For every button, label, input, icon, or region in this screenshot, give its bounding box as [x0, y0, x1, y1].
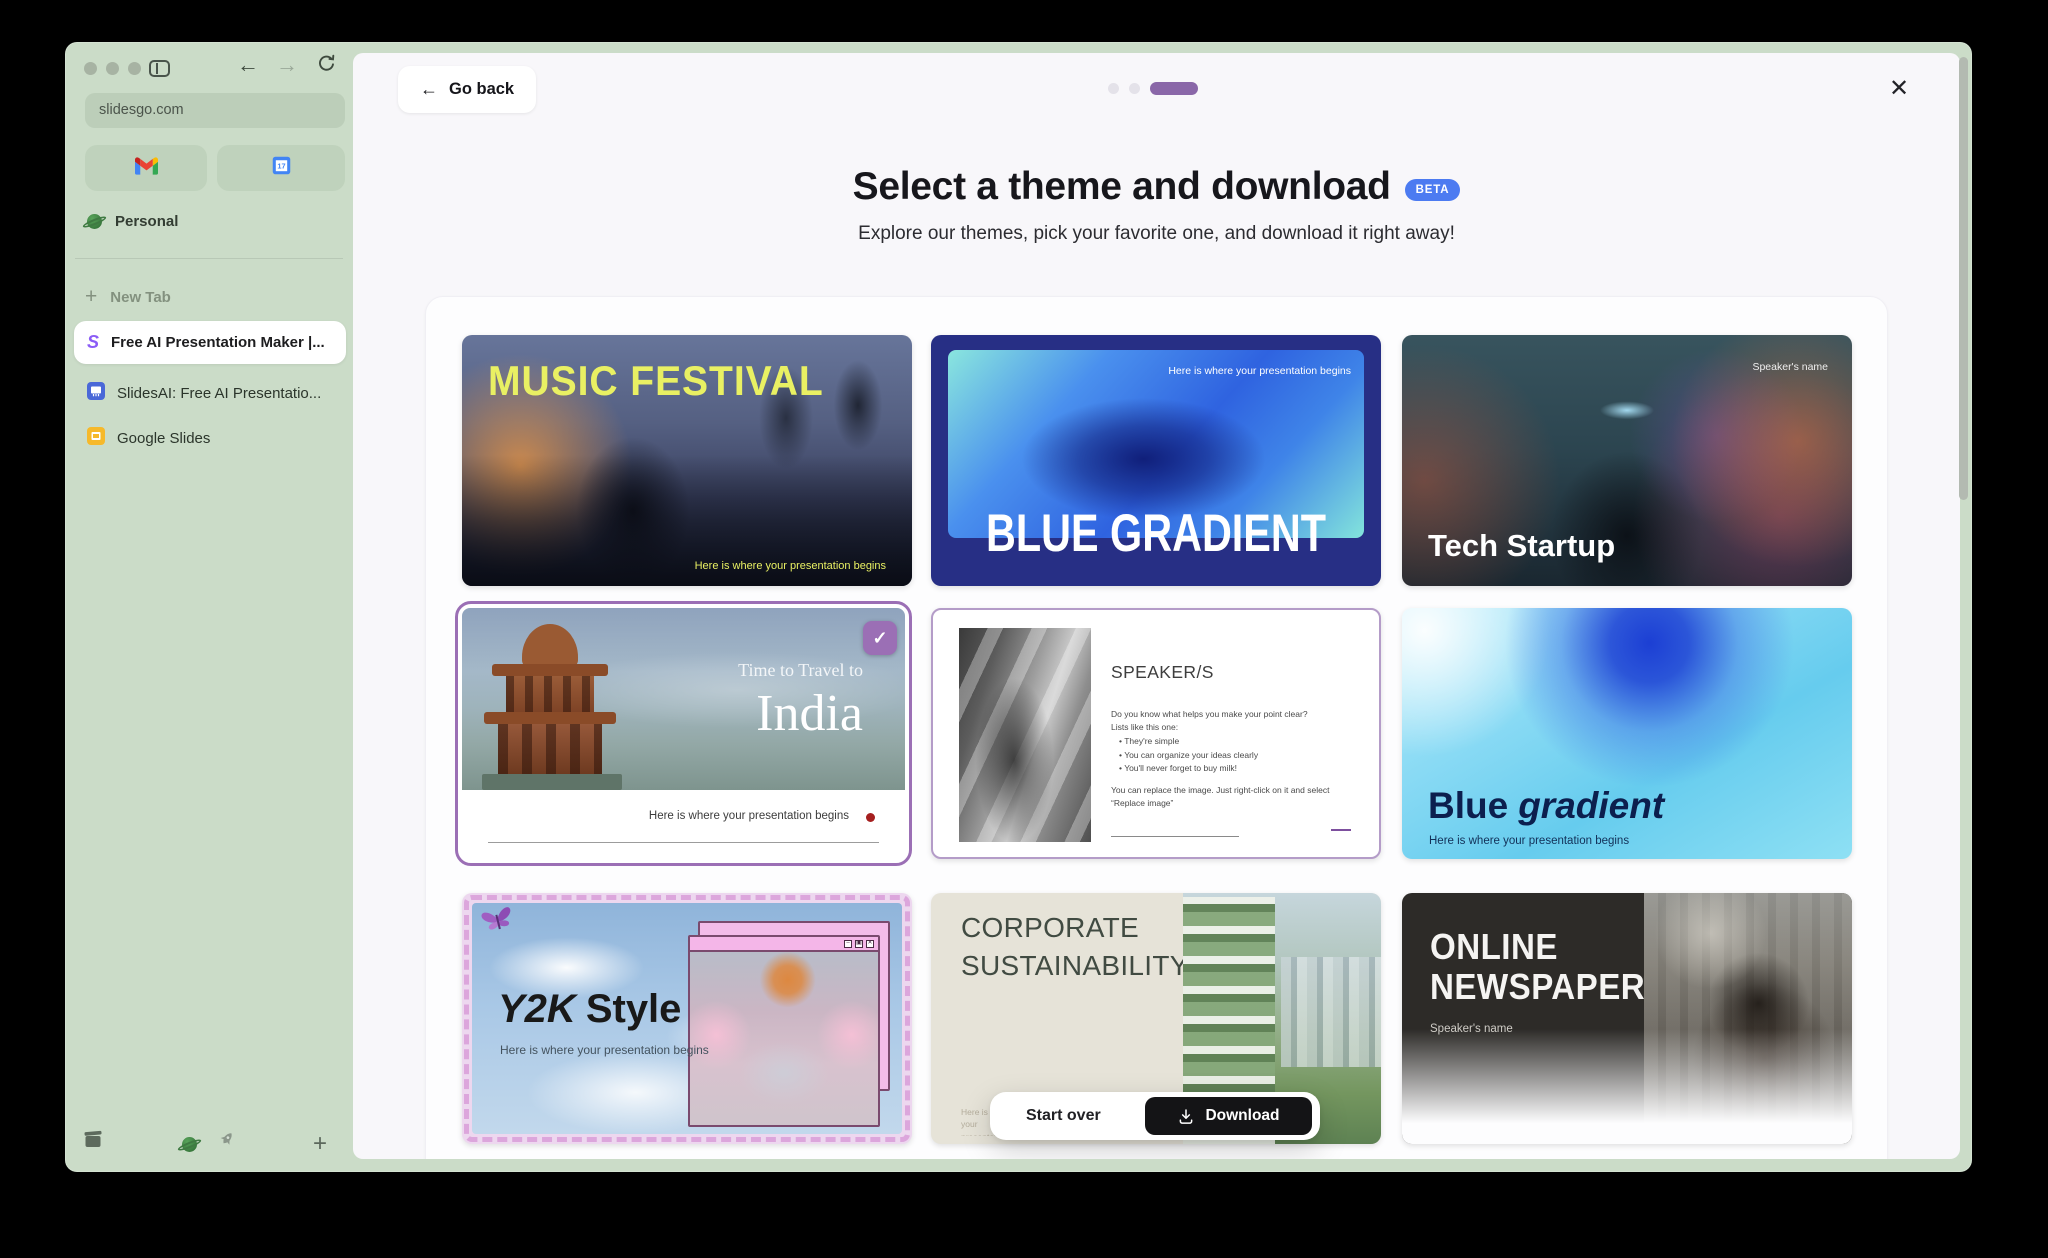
new-tab-button[interactable]: + New Tab [85, 287, 171, 307]
traffic-light-minimize[interactable] [106, 62, 119, 75]
reload-icon[interactable] [311, 53, 341, 79]
shortcut-calendar[interactable]: 17 [217, 145, 345, 191]
footer-rule [488, 842, 879, 843]
calendar-icon: 17 [271, 155, 292, 181]
theme-title: ONLINE NEWSPAPER [1430, 927, 1669, 1008]
underline-rule [1111, 836, 1239, 837]
start-over-button[interactable]: Start over [1026, 1107, 1101, 1125]
tab-google-slides[interactable]: Google Slides [74, 417, 346, 460]
retro-window: –▣✕ [688, 935, 880, 1127]
retro-window-titlebar: –▣✕ [690, 937, 878, 952]
theme-title: Tech Startup [1428, 528, 1615, 564]
theme-card-speakers[interactable]: SPEAKER/S Do you know what helps you mak… [931, 608, 1381, 859]
library-icon[interactable] [83, 1130, 103, 1154]
theme-card-tech-startup[interactable]: Speaker's name Tech Startup [1402, 335, 1852, 586]
sidebar-divider [75, 258, 343, 259]
url-text: slidesgo.com [99, 102, 184, 118]
fairy-photo [690, 952, 878, 1125]
space-selector[interactable]: Personal [85, 212, 178, 231]
india-photo: Time to Travel to India [462, 608, 905, 790]
slidesai-icon [87, 382, 105, 405]
gmail-icon [135, 157, 158, 180]
step-dot-1 [1108, 83, 1119, 94]
page-title: Select a theme and downloadBETA [353, 165, 1960, 209]
space-planet-icon[interactable] [180, 1135, 199, 1154]
google-slides-icon [87, 427, 105, 450]
theme-title: India [756, 684, 863, 743]
space-label: Personal [115, 213, 178, 230]
theme-card-y2k-style[interactable]: –▣✕ Y2KStyle Here is where your presenta… [462, 893, 912, 1144]
theme-tagline: Here is where your presentation begins [1168, 365, 1351, 377]
theme-tagline: Here is where your presentation begins [500, 1043, 709, 1057]
theme-tagline: Here is where your presentation begins [1429, 835, 1629, 847]
theme-pre-title: Time to Travel to [738, 660, 863, 681]
speaker-photo [959, 628, 1091, 842]
back-icon[interactable]: ← [233, 52, 263, 78]
sidebar-toggle-icon[interactable] [149, 60, 170, 77]
close-icon[interactable]: ✕ [1881, 71, 1917, 107]
back-arrow-icon: ← [420, 79, 438, 100]
scrollbar[interactable] [1959, 57, 1968, 500]
slide-preview: Time to Travel to India Here is where yo… [462, 608, 905, 859]
svg-text:17: 17 [277, 162, 285, 171]
theme-title: BLUE GRADIENT [958, 502, 1354, 564]
theme-card-online-newspaper[interactable]: ONLINE NEWSPAPER Speaker's name [1402, 893, 1852, 1144]
theme-title: SPEAKER/S [1111, 662, 1214, 683]
sidebar: ← → slidesgo.com [65, 42, 353, 1172]
theme-card-blue-gradient-light[interactable]: Bluegradient Here is where your presenta… [1402, 608, 1852, 859]
go-back-button[interactable]: ← Go back [398, 66, 536, 113]
url-bar[interactable]: slidesgo.com [85, 93, 345, 128]
theme-card-music-festival[interactable]: MUSIC FESTIVAL Here is where your presen… [462, 335, 912, 586]
theme-title: MUSIC FESTIVAL [488, 357, 824, 405]
step-active-pill [1150, 82, 1198, 95]
slide-footer: Here is where your presentation begins [462, 790, 905, 859]
theme-title: Y2KStyle [498, 987, 681, 1032]
bottom-fade [1402, 1029, 1852, 1144]
theme-tagline: Here is where your presentation begins [649, 810, 849, 822]
traffic-light-close[interactable] [84, 62, 97, 75]
red-dot [866, 813, 875, 822]
planet-icon [85, 212, 104, 231]
step-indicator [1108, 82, 1198, 95]
download-button[interactable]: Download [1145, 1097, 1312, 1135]
slidesgo-icon: S [87, 332, 99, 353]
speaker-name: Speaker's name [1752, 361, 1828, 373]
new-space-plus-icon[interactable]: + [313, 1130, 327, 1158]
download-icon [1177, 1107, 1195, 1125]
shortcut-gmail[interactable] [85, 145, 207, 191]
plus-icon: + [85, 287, 97, 307]
tab-free-ai-presentation-maker[interactable]: S Free AI Presentation Maker |... [74, 321, 346, 364]
rocket-icon[interactable] [217, 1130, 236, 1154]
themes-panel: MUSIC FESTIVAL Here is where your presen… [425, 296, 1888, 1159]
browser-window: ← → slidesgo.com [65, 42, 1972, 1172]
theme-tagline: Here is where your presentation begins [695, 560, 886, 572]
temple-illustration [482, 624, 622, 790]
tab-slidesai[interactable]: SlidesAI: Free AI Presentatio... [74, 372, 346, 415]
slide-body-text: Do you know what helps you make your poi… [1111, 708, 1349, 810]
theme-card-blue-gradient[interactable]: Here is where your presentation begins B… [931, 335, 1381, 586]
step-dot-2 [1129, 83, 1140, 94]
theme-title: Bluegradient [1428, 785, 1664, 827]
purple-dash [1331, 829, 1351, 831]
theme-card-travel-india-selected[interactable]: Time to Travel to India Here is where yo… [455, 601, 912, 866]
beta-badge: BETA [1405, 179, 1461, 201]
screen: ← → slidesgo.com [0, 0, 2048, 1258]
selected-check-icon: ✓ [863, 621, 897, 655]
action-bar: Start over Download [990, 1092, 1320, 1140]
forward-icon: → [272, 52, 302, 78]
theme-picker-modal: ← Go back ✕ Select a theme and downloadB… [353, 53, 1960, 1159]
page-subtitle: Explore our themes, pick your favorite o… [353, 223, 1960, 245]
traffic-light-zoom[interactable] [128, 62, 141, 75]
